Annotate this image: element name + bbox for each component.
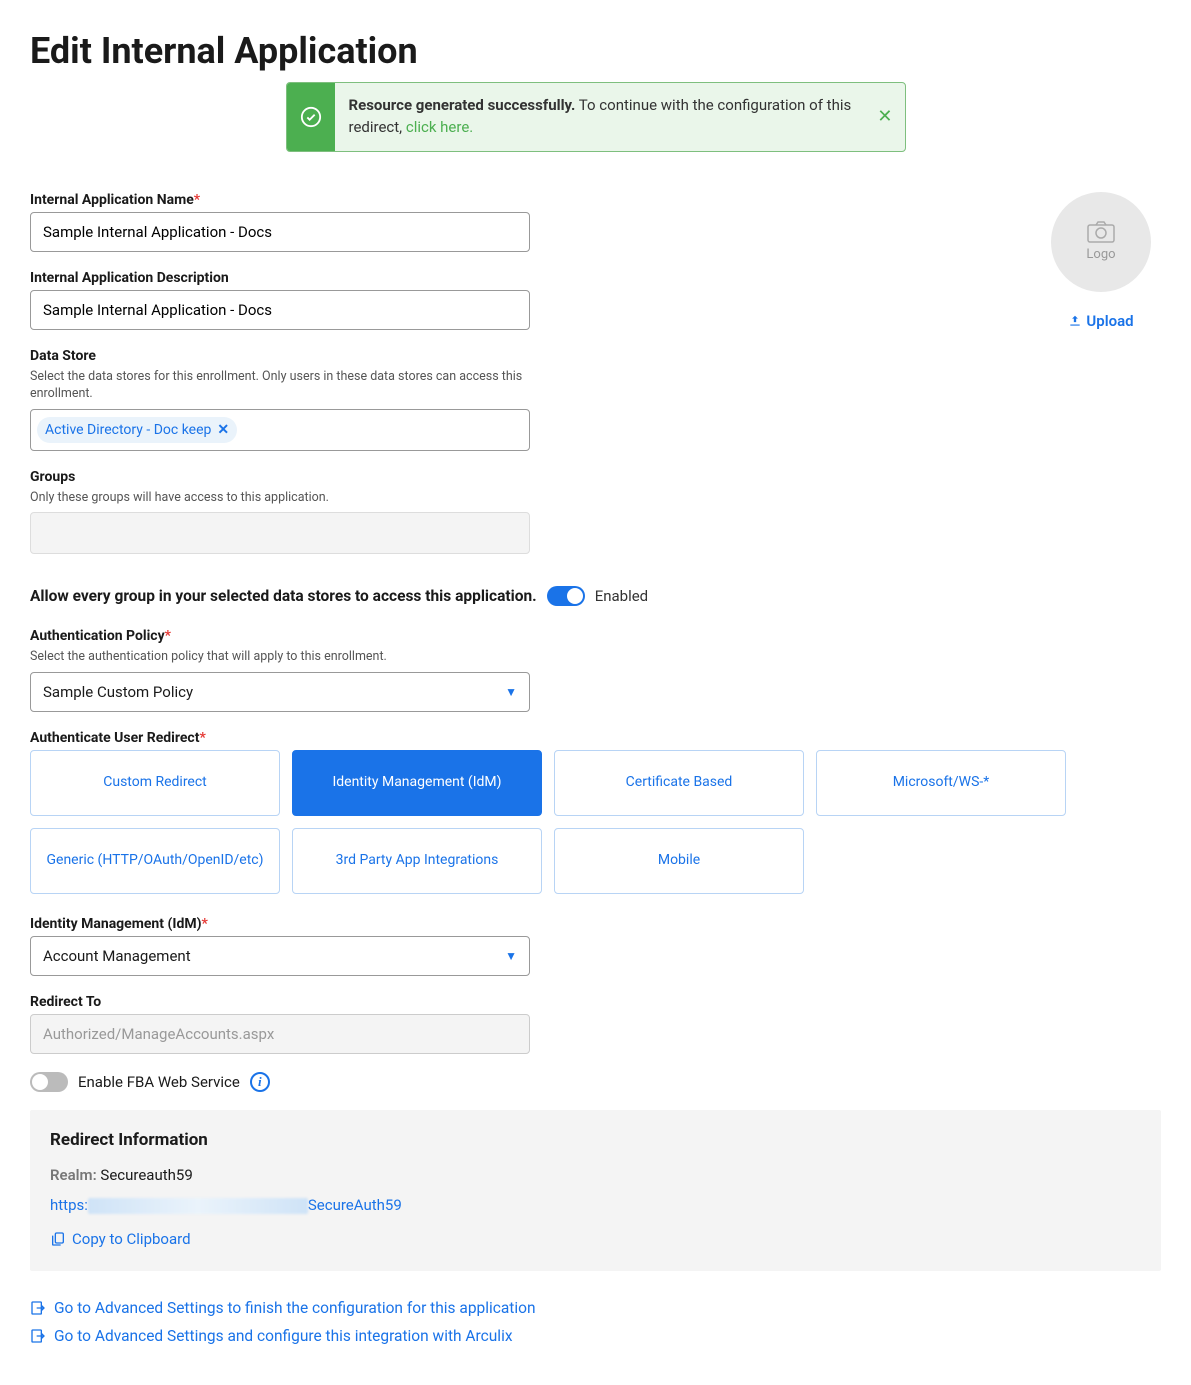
- redirect-to-input: Authorized/ManageAccounts.aspx: [30, 1014, 530, 1054]
- datastore-help: Select the data stores for this enrollme…: [30, 368, 530, 403]
- info-icon[interactable]: i: [250, 1072, 270, 1092]
- redirect-card-certificate[interactable]: Certificate Based: [554, 750, 804, 816]
- redirect-card-custom[interactable]: Custom Redirect: [30, 750, 280, 816]
- groups-label: Groups: [30, 469, 530, 485]
- nav-links: Go to Advanced Settings to finish the co…: [30, 1299, 1161, 1345]
- fba-row: Enable FBA Web Service i: [30, 1072, 1161, 1092]
- realm-label: Realm:: [50, 1166, 97, 1184]
- upload-button[interactable]: Upload: [1068, 312, 1133, 330]
- info-panel-title: Redirect Information: [50, 1130, 1141, 1150]
- nav-link-advanced-settings[interactable]: Go to Advanced Settings to finish the co…: [30, 1299, 1161, 1317]
- check-circle-icon: [287, 83, 335, 151]
- datastore-label: Data Store: [30, 348, 530, 364]
- page-title: Edit Internal Application: [30, 30, 1161, 72]
- groups-help: Only these groups will have access to th…: [30, 489, 530, 507]
- field-name: Internal Application Name*: [30, 192, 530, 252]
- description-label: Internal Application Description: [30, 270, 530, 286]
- nav-link-arculix[interactable]: Go to Advanced Settings and configure th…: [30, 1327, 1161, 1345]
- fba-toggle[interactable]: [30, 1072, 68, 1092]
- groups-input[interactable]: [30, 512, 530, 554]
- allow-all-toggle[interactable]: [547, 586, 585, 606]
- alert-strong: Resource generated successfully.: [349, 96, 576, 114]
- field-idm: Identity Management (IdM)* Account Manag…: [30, 916, 1161, 976]
- copy-to-clipboard[interactable]: Copy to Clipboard: [50, 1230, 191, 1248]
- chevron-down-icon: ▼: [505, 685, 517, 699]
- redirect-card-grid: Custom Redirect Identity Management (IdM…: [30, 750, 1161, 894]
- logo-column: Logo Upload: [1041, 192, 1161, 332]
- field-datastore: Data Store Select the data stores for th…: [30, 348, 530, 451]
- description-input[interactable]: [30, 290, 530, 330]
- url-redacted: [88, 1198, 308, 1214]
- exit-icon: [30, 1300, 46, 1316]
- auth-policy-label: Authentication Policy*: [30, 628, 1161, 644]
- logo-placeholder: Logo: [1051, 192, 1151, 292]
- redirect-card-microsoft[interactable]: Microsoft/WS-*: [816, 750, 1066, 816]
- idm-label: Identity Management (IdM)*: [30, 916, 1161, 932]
- field-description: Internal Application Description: [30, 270, 530, 330]
- success-alert: Resource generated successfully. To cont…: [286, 82, 906, 152]
- datastore-chip: Active Directory - Doc keep ✕: [37, 417, 237, 443]
- field-auth-redirect: Authenticate User Redirect* Custom Redir…: [30, 730, 1161, 894]
- allow-all-row: Allow every group in your selected data …: [30, 586, 1161, 606]
- upload-icon: [1068, 314, 1082, 328]
- field-auth-policy: Authentication Policy* Select the authen…: [30, 628, 1161, 712]
- camera-icon: [1087, 221, 1115, 243]
- allow-all-label: Allow every group in your selected data …: [30, 587, 537, 605]
- name-label: Internal Application Name*: [30, 192, 530, 208]
- redirect-card-idm[interactable]: Identity Management (IdM): [292, 750, 542, 816]
- redirect-card-mobile[interactable]: Mobile: [554, 828, 804, 894]
- auth-redirect-label: Authenticate User Redirect*: [30, 730, 1161, 746]
- auth-policy-help: Select the authentication policy that wi…: [30, 648, 1161, 666]
- exit-icon: [30, 1328, 46, 1344]
- clipboard-icon: [50, 1231, 66, 1247]
- redirect-card-generic[interactable]: Generic (HTTP/OAuth/OpenID/etc): [30, 828, 280, 894]
- redirect-info-panel: Redirect Information Realm: Secureauth59…: [30, 1110, 1161, 1271]
- realm-value: Secureauth59: [100, 1166, 192, 1184]
- alert-link[interactable]: click here.: [406, 118, 473, 136]
- redirect-url[interactable]: https:SecureAuth59: [50, 1196, 1141, 1214]
- idm-select[interactable]: Account Management ▼: [30, 936, 530, 976]
- redirect-to-label: Redirect To: [30, 994, 1161, 1010]
- fba-label: Enable FBA Web Service: [78, 1073, 240, 1091]
- alert-message: Resource generated successfully. To cont…: [335, 83, 905, 151]
- datastore-input[interactable]: Active Directory - Doc keep ✕: [30, 409, 530, 451]
- auth-policy-select[interactable]: Sample Custom Policy ▼: [30, 672, 530, 712]
- field-groups: Groups Only these groups will have acces…: [30, 469, 530, 555]
- chip-remove-icon[interactable]: ✕: [217, 422, 229, 438]
- field-redirect-to: Redirect To Authorized/ManageAccounts.as…: [30, 994, 1161, 1054]
- name-input[interactable]: [30, 212, 530, 252]
- close-icon[interactable]: ✕: [877, 108, 892, 126]
- redirect-card-3rdparty[interactable]: 3rd Party App Integrations: [292, 828, 542, 894]
- allow-all-state: Enabled: [595, 587, 648, 605]
- chevron-down-icon: ▼: [505, 949, 517, 963]
